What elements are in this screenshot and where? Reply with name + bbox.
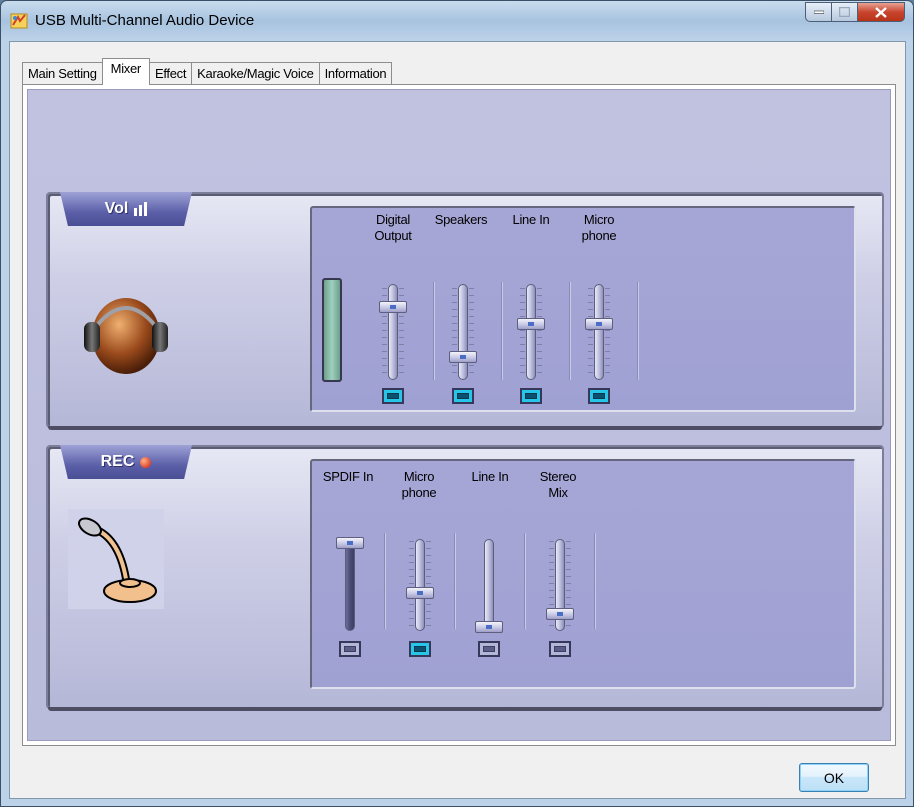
record-dot-icon xyxy=(140,456,152,468)
slider-thumb-speakers[interactable] xyxy=(449,351,477,364)
slider-thumb-rec-microphone[interactable] xyxy=(406,587,434,600)
volume-bars-icon xyxy=(134,202,148,216)
volume-badge: Vol xyxy=(60,192,192,226)
select-toggle-rec-line-in[interactable] xyxy=(478,641,500,657)
slider-thumb-stereo-mix[interactable] xyxy=(546,608,574,621)
channel-label-microphone: Micro phone xyxy=(581,212,617,243)
headphones-icon xyxy=(84,298,168,374)
minimize-icon xyxy=(813,10,824,14)
select-toggle-rec-microphone[interactable] xyxy=(409,641,431,657)
slider-track-rec-microphone[interactable] xyxy=(415,539,425,631)
record-panel: REC SPDIF In Micro phone Line In Stereo … xyxy=(46,445,884,711)
slider-track-rec-line-in[interactable] xyxy=(484,539,494,631)
app-icon xyxy=(10,13,28,29)
tab-mixer[interactable]: Mixer xyxy=(101,58,150,85)
playback-mixer-area: Digital Output Speakers Line In Micro phon… xyxy=(310,206,856,412)
close-icon xyxy=(875,6,887,18)
mute-toggle-digital-output[interactable] xyxy=(382,388,404,404)
select-toggle-stereo-mix[interactable] xyxy=(549,641,571,657)
slider-track-line-in[interactable] xyxy=(526,284,536,380)
slider-track-spdif-in[interactable] xyxy=(345,539,355,631)
title-bar: USB Multi-Channel Audio Device xyxy=(1,1,913,43)
channel-label-spdif-in: SPDIF In xyxy=(322,469,374,484)
channel-label-rec-microphone: Micro phone xyxy=(401,469,437,500)
record-badge-label: REC xyxy=(100,453,135,470)
dialog-body: Main Setting Mixer Effect Karaoke/Magic … xyxy=(9,41,906,799)
close-button[interactable] xyxy=(858,2,905,22)
window-title: USB Multi-Channel Audio Device xyxy=(35,12,255,29)
mute-toggle-speakers[interactable] xyxy=(452,388,474,404)
maximize-icon xyxy=(839,7,850,17)
playback-level-meter xyxy=(322,278,342,382)
select-toggle-spdif-in[interactable] xyxy=(339,641,361,657)
record-badge: REC xyxy=(60,445,192,479)
mute-toggle-microphone[interactable] xyxy=(588,388,610,404)
tab-strip: Main Setting Mixer Effect Karaoke/Magic … xyxy=(22,58,393,85)
playback-panel: Vol Digital Output Speakers Line In Micr… xyxy=(46,192,884,430)
mixer-tab-page: Vol Digital Output Speakers Line In Micr… xyxy=(22,84,896,746)
record-mixer-area: SPDIF In Micro phone Line In Stereo Mix xyxy=(310,459,856,689)
microphone-icon xyxy=(68,509,164,609)
maximize-button[interactable] xyxy=(832,2,858,22)
slider-thumb-rec-line-in[interactable] xyxy=(475,621,503,633)
mute-toggle-line-in[interactable] xyxy=(520,388,542,404)
slider-thumb-digital-output[interactable] xyxy=(379,300,407,313)
slider-track-microphone[interactable] xyxy=(594,284,604,380)
slider-thumb-spdif-in[interactable] xyxy=(336,537,364,549)
tab-effect[interactable]: Effect xyxy=(148,62,193,85)
minimize-button[interactable] xyxy=(805,2,832,22)
audio-device-window: USB Multi-Channel Audio Device Main Sett… xyxy=(0,0,914,807)
slider-thumb-line-in[interactable] xyxy=(517,317,545,330)
channel-label-speakers: Speakers xyxy=(434,212,488,227)
tab-main-setting[interactable]: Main Setting xyxy=(22,62,103,85)
slider-track-speakers[interactable] xyxy=(458,284,468,380)
tab-karaoke-magic-voice[interactable]: Karaoke/Magic Voice xyxy=(191,62,320,85)
slider-thumb-microphone[interactable] xyxy=(585,317,613,330)
slider-track-digital-output[interactable] xyxy=(388,284,398,380)
tab-information[interactable]: Information xyxy=(318,62,393,85)
ok-button[interactable]: OK xyxy=(799,763,869,792)
channel-label-stereo-mix: Stereo Mix xyxy=(539,469,577,500)
mixer-background: Vol Digital Output Speakers Line In Micr… xyxy=(27,89,891,741)
volume-badge-label: Vol xyxy=(104,200,129,217)
